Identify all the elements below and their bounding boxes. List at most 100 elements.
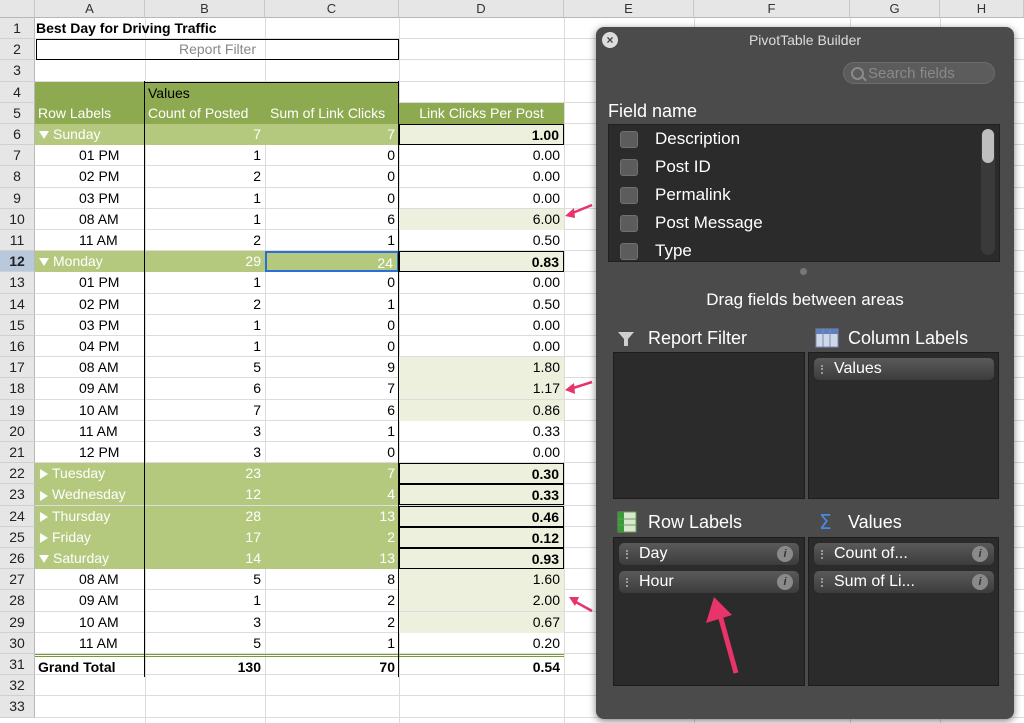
row-label[interactable]: 09 AM <box>35 378 145 399</box>
clicks-per-post-cell[interactable]: 0.50 <box>399 294 564 315</box>
expand-toggle-icon[interactable] <box>40 490 48 501</box>
row-number[interactable]: 5 <box>0 102 35 124</box>
clicks-per-post-cell[interactable]: 0.33 <box>399 421 564 442</box>
sum-cell[interactable]: 2 <box>265 612 399 633</box>
clicks-per-post-cell[interactable]: 0.00 <box>399 145 564 166</box>
column-header-e[interactable]: E <box>564 0 694 18</box>
count-cell[interactable]: 1 <box>145 336 265 357</box>
row-number[interactable]: 1 <box>0 18 35 40</box>
row-number[interactable]: 9 <box>0 187 35 209</box>
count-posted-header[interactable]: Count of Posted <box>145 102 265 124</box>
row-label[interactable]: 11 AM <box>35 633 145 654</box>
column-header-f[interactable]: F <box>694 0 850 18</box>
count-cell[interactable]: 2 <box>145 230 265 251</box>
field-checkbox[interactable] <box>620 215 638 232</box>
row-label[interactable]: 10 AM <box>35 612 145 633</box>
count-cell[interactable]: 5 <box>145 569 265 590</box>
clicks-per-post-cell[interactable]: 0.20 <box>399 633 564 654</box>
clicks-per-post-cell[interactable]: 2.00 <box>399 590 564 612</box>
field-item-permalink[interactable]: Permalink <box>609 181 969 209</box>
info-icon[interactable]: i <box>777 546 793 562</box>
clicks-per-post-cell[interactable]: 0.33 <box>399 484 564 506</box>
count-cell[interactable]: 12 <box>145 484 265 506</box>
field-item-description[interactable]: Description <box>609 125 969 153</box>
count-cell[interactable]: 2 <box>145 294 265 315</box>
count-cell[interactable]: 3 <box>145 421 265 442</box>
sum-cell[interactable]: 0 <box>265 315 399 336</box>
row-number[interactable]: 8 <box>0 166 35 188</box>
row-label[interactable]: 03 PM <box>35 188 145 209</box>
group-row-label[interactable]: Wednesday <box>35 484 145 506</box>
header-blank[interactable] <box>35 81 145 103</box>
expand-toggle-icon[interactable] <box>40 533 48 544</box>
sum-cell[interactable]: 7 <box>265 378 399 399</box>
row-number[interactable]: 21 <box>0 442 35 464</box>
grand-total-label[interactable]: Grand Total <box>35 654 145 675</box>
row-number[interactable]: 7 <box>0 145 35 167</box>
sum-cell[interactable]: 0 <box>265 272 399 293</box>
row-number[interactable]: 16 <box>0 336 35 358</box>
clicks-per-post-cell[interactable]: 0.67 <box>399 611 564 633</box>
splitter-handle[interactable] <box>800 268 807 275</box>
group-row-label[interactable]: Friday <box>35 526 145 548</box>
count-cell[interactable]: 1 <box>145 315 265 336</box>
group-row-label[interactable]: Tuesday <box>35 463 145 485</box>
clicks-per-post-cell[interactable]: 0.00 <box>399 442 564 463</box>
values-area[interactable]: Count of... i Sum of Li... i <box>808 537 999 686</box>
clicks-per-post-cell[interactable]: 0.12 <box>399 526 564 548</box>
sum-cell[interactable]: 7 <box>265 463 399 485</box>
row-number[interactable]: 26 <box>0 548 35 570</box>
group-row-label[interactable]: Thursday <box>35 505 145 527</box>
row-number[interactable]: 22 <box>0 463 35 485</box>
sum-cell[interactable]: 1 <box>265 421 399 442</box>
row-label[interactable]: 08 AM <box>35 569 145 590</box>
sum-cell[interactable]: 2 <box>265 590 399 611</box>
count-cell[interactable]: 1 <box>145 209 265 230</box>
clicks-per-post-cell[interactable]: 0.00 <box>399 188 564 209</box>
row-number[interactable]: 11 <box>0 230 35 252</box>
sum-cell[interactable]: 7 <box>265 124 399 145</box>
sum-cell[interactable]: 2 <box>265 526 399 548</box>
row-label[interactable]: 08 AM <box>35 209 145 230</box>
row-number[interactable]: 31 <box>0 654 35 676</box>
clicks-per-post-cell[interactable]: 0.93 <box>399 548 564 569</box>
row-number[interactable]: 23 <box>0 484 35 506</box>
row-number[interactable]: 18 <box>0 378 35 400</box>
search-fields-input[interactable]: Search fields <box>843 62 995 84</box>
count-cell[interactable]: 7 <box>145 400 265 421</box>
row-number[interactable]: 29 <box>0 611 35 633</box>
sum-cell[interactable]: 24 <box>265 251 399 273</box>
clicks-per-post-cell[interactable]: 0.00 <box>399 272 564 293</box>
report-filter-area[interactable] <box>613 352 805 499</box>
expand-toggle-icon[interactable] <box>40 469 48 480</box>
report-title[interactable]: Best Day for Driving Traffic <box>36 18 336 39</box>
row-number[interactable]: 30 <box>0 632 35 654</box>
clicks-per-post-cell[interactable]: 0.86 <box>399 399 564 421</box>
count-cell[interactable]: 17 <box>145 526 265 548</box>
sum-cell[interactable]: 0 <box>265 336 399 357</box>
group-row-label[interactable]: Monday <box>35 251 145 273</box>
column-header-c[interactable]: C <box>265 0 399 18</box>
sum-clicks-header[interactable]: Sum of Link Clicks <box>265 102 399 124</box>
field-checkbox[interactable] <box>620 159 638 176</box>
count-cell[interactable]: 14 <box>145 548 265 569</box>
clicks-per-post-cell[interactable]: 6.00 <box>399 208 564 230</box>
scrollbar-thumb[interactable] <box>982 129 994 163</box>
group-row-label[interactable]: Sunday <box>35 124 145 145</box>
sum-cell[interactable]: 6 <box>265 400 399 421</box>
pill-value-count[interactable]: Count of... i <box>813 542 995 566</box>
column-header-h[interactable]: H <box>940 0 1024 18</box>
clicks-per-post-cell[interactable]: 0.00 <box>399 315 564 336</box>
row-number[interactable]: 14 <box>0 293 35 315</box>
row-number[interactable]: 3 <box>0 60 35 82</box>
row-label[interactable]: 02 PM <box>35 166 145 187</box>
sum-cell[interactable]: 8 <box>265 569 399 590</box>
group-row-label[interactable]: Saturday <box>35 548 145 569</box>
row-number[interactable]: 19 <box>0 399 35 421</box>
clicks-per-post-cell[interactable]: 0.30 <box>399 463 564 485</box>
count-cell[interactable]: 130 <box>145 654 265 675</box>
clicks-per-post-cell[interactable]: 1.17 <box>399 378 564 400</box>
clicks-per-post-cell[interactable]: 1.60 <box>399 569 564 591</box>
select-all-corner[interactable] <box>0 0 35 18</box>
row-number[interactable]: 2 <box>0 39 35 61</box>
